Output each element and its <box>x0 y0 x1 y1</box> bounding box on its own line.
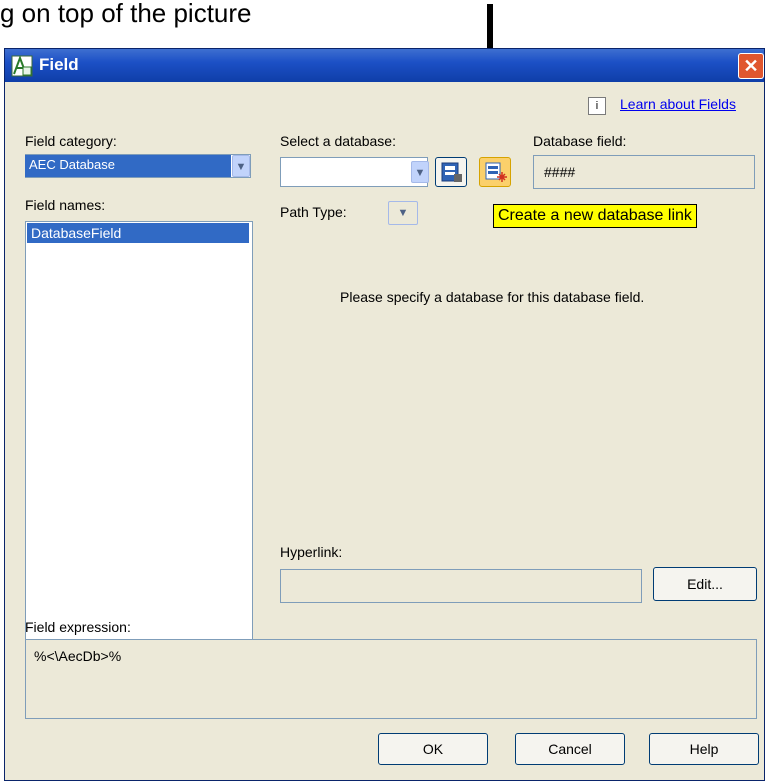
info-icon: i <box>588 97 606 115</box>
path-type-label: Path Type: <box>280 204 347 220</box>
caption-text: g on top of the picture <box>0 0 252 28</box>
cancel-button[interactable]: Cancel <box>515 733 625 765</box>
dialog-title: Field <box>39 55 79 74</box>
field-expression-box: %<\AecDb>% <box>25 639 757 719</box>
field-names-label: Field names: <box>25 197 106 213</box>
new-database-link-button[interactable] <box>479 157 511 187</box>
select-database-label: Select a database: <box>280 133 396 149</box>
info-message: Please specify a database for this datab… <box>340 289 645 305</box>
edit-button[interactable]: Edit... <box>653 567 757 601</box>
close-button[interactable]: ✕ <box>738 53 764 79</box>
help-button[interactable]: Help <box>649 733 759 765</box>
title-bar[interactable]: Field ✕ <box>5 49 764 82</box>
database-field-label: Database field: <box>533 133 627 149</box>
field-expression-label: Field expression: <box>25 619 131 635</box>
field-category-value: AEC Database <box>25 155 231 177</box>
select-database-combo[interactable] <box>280 157 428 187</box>
close-icon: ✕ <box>743 56 759 76</box>
path-type-select[interactable]: ▼ <box>388 201 418 225</box>
tooltip: Create a new database link <box>493 204 697 228</box>
learn-about-fields-link[interactable]: Learn about Fields <box>620 96 736 112</box>
database-icon <box>441 162 462 182</box>
database-field-value: #### <box>533 155 755 189</box>
chevron-down-icon[interactable]: ▼ <box>232 155 250 177</box>
chevron-down-icon[interactable]: ▼ <box>411 161 429 183</box>
field-category-label: Field category: <box>25 133 117 149</box>
hyperlink-field <box>280 569 642 603</box>
new-link-icon <box>485 162 507 182</box>
ok-button[interactable]: OK <box>378 733 488 765</box>
field-dialog: Field ✕ i Learn about Fields Field categ… <box>4 48 765 781</box>
chevron-down-icon: ▼ <box>397 207 409 219</box>
hyperlink-label: Hyperlink: <box>280 544 343 560</box>
browse-database-button[interactable] <box>435 157 467 187</box>
list-item[interactable]: DatabaseField <box>27 223 249 243</box>
field-names-list[interactable] <box>25 221 253 677</box>
field-app-icon <box>11 55 33 77</box>
